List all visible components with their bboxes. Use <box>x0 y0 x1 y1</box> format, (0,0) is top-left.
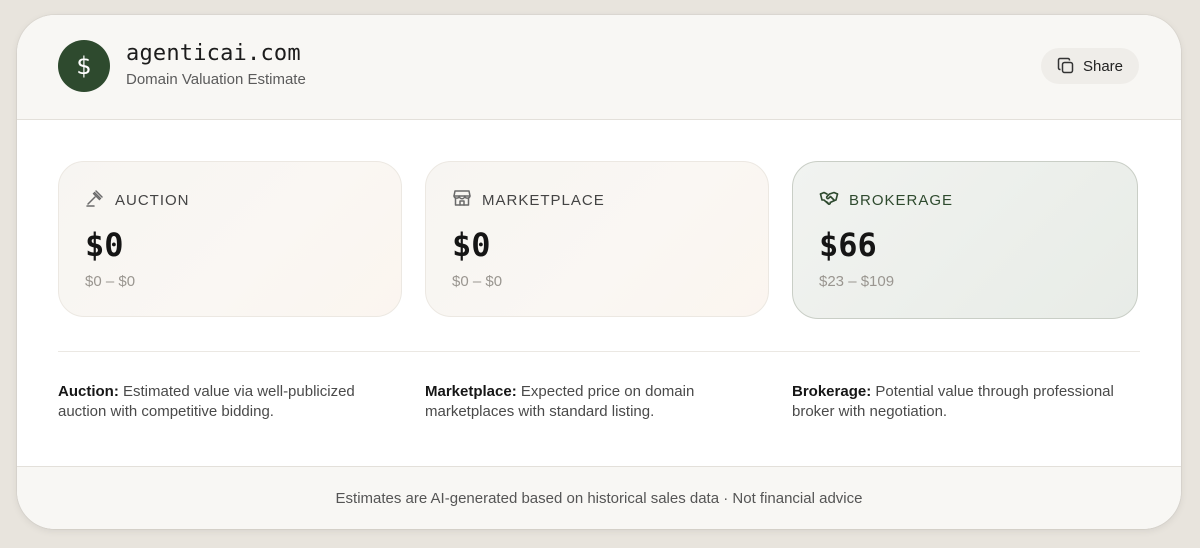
share-label: Share <box>1082 57 1124 75</box>
tile-value: $0 <box>452 226 491 264</box>
gavel-icon <box>85 188 105 213</box>
page-subtitle: Domain Valuation Estimate <box>126 71 306 88</box>
marketplace-tile: MARKETPLACE $0 $0 – $0 <box>425 161 769 317</box>
tile-label: BROKERAGE <box>849 192 954 209</box>
card-header: $ agenticai.com Domain Valuation Estimat… <box>17 15 1181 120</box>
description-term: Brokerage: <box>792 383 872 400</box>
description-term: Auction: <box>58 383 119 400</box>
brokerage-description: Brokerage: Potential value through profe… <box>792 382 1132 422</box>
tile-value: $0 <box>85 226 124 264</box>
svg-text:$: $ <box>76 53 91 79</box>
share-button[interactable]: Share <box>1041 48 1139 84</box>
tile-range: $0 – $0 <box>85 273 136 290</box>
marketplace-description: Marketplace: Expected price on domain ma… <box>425 382 765 422</box>
copy-icon <box>1057 57 1075 75</box>
auction-description: Auction: Estimated value via well-public… <box>58 382 398 422</box>
disclaimer-text: Estimates are AI-generated based on hist… <box>335 490 863 507</box>
tile-label: AUCTION <box>115 192 190 209</box>
section-divider <box>58 351 1140 352</box>
store-icon <box>452 188 472 213</box>
tile-value: $66 <box>819 226 877 264</box>
description-term: Marketplace: <box>425 383 517 400</box>
handshake-icon <box>819 188 839 213</box>
valuation-tiles: AUCTION $0 $0 – $0 MARKETPLACE $0 $0 – $… <box>58 161 1140 319</box>
tile-range: $23 – $109 <box>819 273 895 290</box>
valuation-card: $ agenticai.com Domain Valuation Estimat… <box>17 15 1181 529</box>
domain-name: agenticai.com <box>126 41 301 66</box>
card-footer: Estimates are AI-generated based on hist… <box>17 466 1181 529</box>
tile-range: $0 – $0 <box>452 273 503 290</box>
auction-tile: AUCTION $0 $0 – $0 <box>58 161 402 317</box>
tile-label: MARKETPLACE <box>482 192 605 209</box>
dollar-icon: $ <box>58 40 110 92</box>
brokerage-tile: BROKERAGE $66 $23 – $109 <box>792 161 1138 319</box>
